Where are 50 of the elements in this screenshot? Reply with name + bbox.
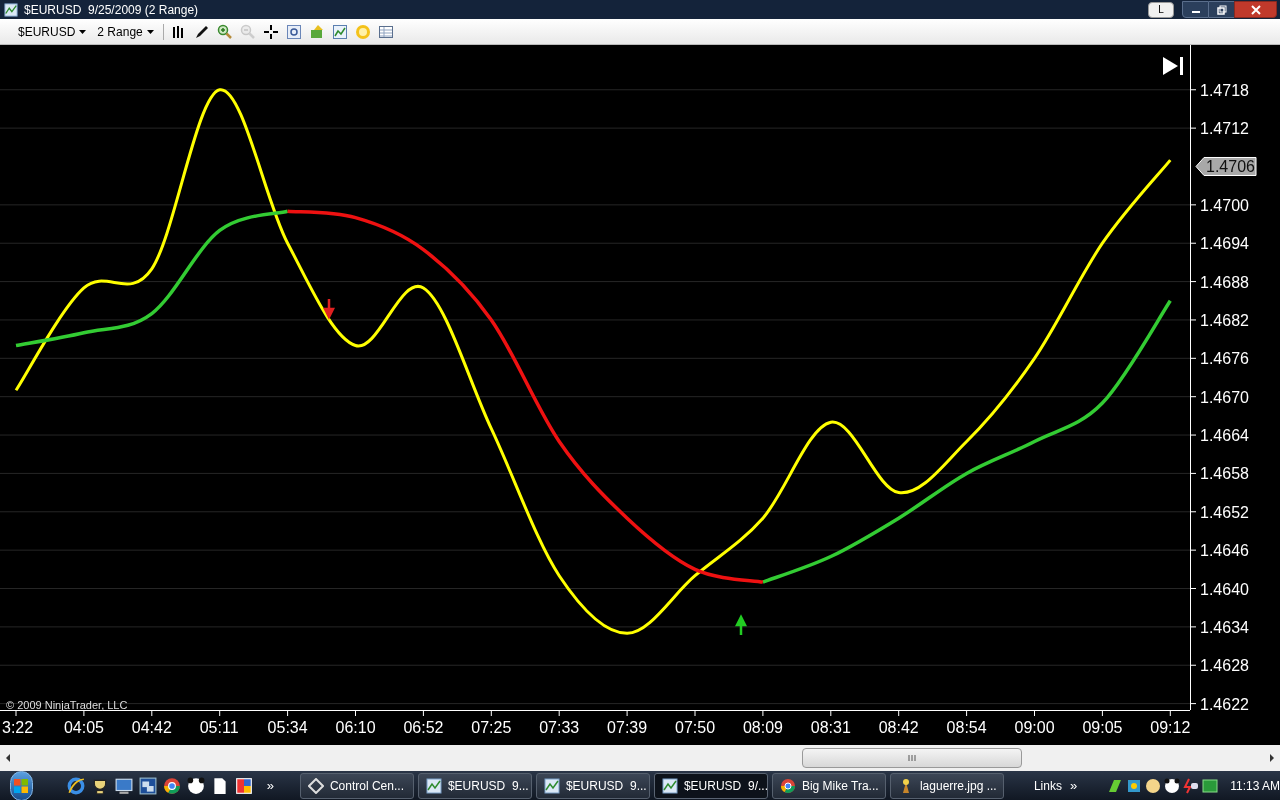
x-axis-label: 08:09 [742,719,783,736]
x-axis-label: 09:05 [1082,719,1123,736]
y-axis-label: 1.4718 [1200,81,1249,99]
y-axis-label: 1.4640 [1200,580,1249,598]
y-axis-label: 1.4670 [1200,388,1249,406]
x-axis-label: 08:42 [878,719,919,736]
links-toolbar-label: Links [1033,778,1062,795]
y-axis-label: 1.4700 [1200,196,1249,214]
last-price-tag: 1.4706 [1195,157,1257,176]
y-axis-label: 1.4664 [1200,427,1249,445]
instrument-dropdown[interactable]: $EURUSD [14,22,91,41]
interval-dropdown[interactable]: 2 Range [93,22,158,41]
x-axis-label: 09:12 [1150,719,1191,736]
more-button[interactable]: » [266,776,274,796]
x-axis-label: 08:54 [946,719,987,736]
x-axis-label: 3:22 [2,719,34,736]
more-button[interactable]: » [1069,776,1078,796]
y-axis-label: 1.4676 [1200,350,1249,368]
x-axis-label: 07:39 [607,719,648,736]
y-axis-label: 1.4682 [1200,311,1249,329]
y-axis-label: 1.4694 [1200,235,1249,253]
taskbar-button[interactable]: Big Mike Tra... [771,773,886,799]
clock: 11:13 AM [1230,778,1280,795]
x-axis-label: 04:42 [131,719,172,736]
y-axis-label: 1.4634 [1200,618,1249,636]
x-axis-label: 06:52 [403,719,444,736]
x-axis-label: 09:00 [1014,719,1055,736]
link-button[interactable]: L [1148,1,1174,18]
x-axis-label: 04:05 [63,719,104,736]
taskbar-button[interactable]: Control Cen... [299,773,414,799]
x-axis-label: 07:25 [471,719,512,736]
taskbar-button[interactable]: $EURUSD 9/... [653,773,768,799]
y-axis-label: 1.4688 [1200,273,1249,291]
x-axis-label: 06:10 [335,719,376,736]
x-axis-label: 05:34 [267,719,308,736]
y-axis-label: 1.4712 [1200,120,1249,138]
x-axis-label: 05:11 [199,719,239,736]
taskbar-button[interactable]: $EURUSD 9... [535,773,650,799]
x-axis-label: 07:33 [539,719,580,736]
y-axis-label: 1.4646 [1200,542,1249,560]
copyright-text: © 2009 NinjaTrader, LLC [6,699,128,711]
taskbar-button[interactable]: $EURUSD 9... [417,773,532,799]
y-axis-label: 1.4652 [1200,503,1249,521]
x-axis-label: 08:31 [810,719,851,736]
taskbar-button[interactable]: laguerre.jpg ... [889,773,1004,799]
y-axis-label: 1.4658 [1200,465,1249,483]
window-title: $EURUSD 9/25/2009 (2 Range) [24,1,199,19]
y-axis-label: 1.4622 [1200,695,1249,713]
x-axis-label: 07:50 [675,719,716,736]
y-axis-label: 1.4628 [1200,657,1249,675]
